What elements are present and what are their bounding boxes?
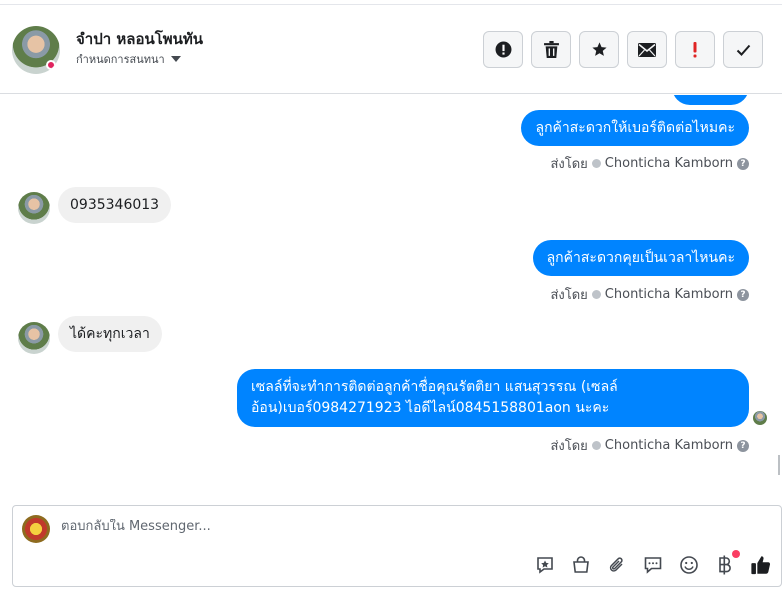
emoji-button[interactable] [677,553,701,577]
sent-by-label: ส่งโดย [550,288,588,303]
follow-up-button[interactable] [675,31,715,68]
like-button[interactable] [749,553,773,577]
contact-name[interactable]: จำปา หลอนโพนทัน [76,27,203,51]
notification-dot [732,550,740,558]
seen-receipt-avatar [753,411,767,425]
message-thread[interactable]: ลูกค้าสะดวกให้เบอร์ติดต่อไหมคะ ส่งโดย Ch… [0,95,782,495]
attachment-icon [609,557,623,572]
alert-circle-icon [495,41,511,58]
sent-by-agent[interactable]: Chonticha Kamborn [605,156,733,171]
caret-down-icon [170,56,181,62]
message-bubble-outgoing[interactable]: เซลล์ที่จะทำการติดต่อลูกค้าชื่อคุณรัตติย… [237,369,749,427]
shop-button[interactable] [569,553,593,577]
reply-composer [12,505,782,587]
message-line: เซลล์ที่จะทำการติดต่อลูกค้าชื่อคุณรัตติย… [251,379,618,395]
envelope-icon [638,42,656,57]
trash-icon [543,41,559,58]
message-bubble-outgoing[interactable]: ลูกค้าสะดวกคุยเป็นเวลาไหนคะ [532,240,749,276]
thumbs-up-icon [751,556,771,575]
help-icon[interactable]: ? [737,288,749,301]
message-line: อ้อน)เบอร์0984271923 ไอดีไลน์0845158801a… [251,400,610,416]
agent-status-icon [591,441,601,450]
sent-by-agent[interactable]: Chonticha Kamborn [605,287,733,302]
emoji-icon [680,556,698,574]
sent-by-label: ส่งโดย [550,439,588,454]
sent-by-line: ส่งโดย Chonticha Kamborn ? [550,435,749,456]
heart-badge-icon [46,60,56,70]
saved-reply-button[interactable] [533,553,557,577]
conversation-header: จำปา หลอนโพนทัน กำหนดการสนทนา [0,6,782,94]
sent-by-line: ส่งโดย Chonticha Kamborn ? [550,153,749,174]
mark-unread-button[interactable] [627,31,667,68]
sent-by-agent[interactable]: Chonticha Kamborn [605,438,733,453]
message-bubble-clipped[interactable] [672,95,749,105]
mark-done-button[interactable] [723,31,763,68]
contact-avatar-small[interactable] [18,322,50,354]
page-avatar [22,515,50,543]
baht-icon [719,555,731,575]
exclamation-icon [693,41,697,57]
sent-by-label: ส่งโดย [550,157,588,172]
scrollbar[interactable] [778,455,780,475]
saved-reply-icon [537,557,553,574]
checkmark-icon [736,44,750,56]
reply-input[interactable] [61,519,661,534]
sent-by-line: ส่งโดย Chonticha Kamborn ? [550,284,749,305]
top-divider [0,0,782,5]
spam-button[interactable] [483,31,523,68]
chat-bubble-icon [644,557,662,574]
help-icon[interactable]: ? [737,157,749,170]
shop-bag-icon [573,556,589,573]
agent-status-icon [591,159,601,168]
chat-button[interactable] [641,553,665,577]
contact-avatar[interactable] [12,26,60,74]
agent-status-icon [591,290,601,299]
star-button[interactable] [579,31,619,68]
assign-conversation-label: กำหนดการสนทนา [76,53,165,66]
contact-avatar-small[interactable] [18,192,50,224]
delete-button[interactable] [531,31,571,68]
star-icon [591,42,607,56]
message-bubble-incoming[interactable]: ได้คะทุกเวลา [58,316,162,352]
assign-conversation-dropdown[interactable]: กำหนดการสนทนา [76,50,181,68]
message-bubble-outgoing[interactable]: ลูกค้าสะดวกให้เบอร์ติดต่อไหมคะ [521,110,749,146]
attach-button[interactable] [605,553,629,577]
message-bubble-incoming[interactable]: 0935346013 [58,187,172,223]
help-icon[interactable]: ? [737,439,749,452]
